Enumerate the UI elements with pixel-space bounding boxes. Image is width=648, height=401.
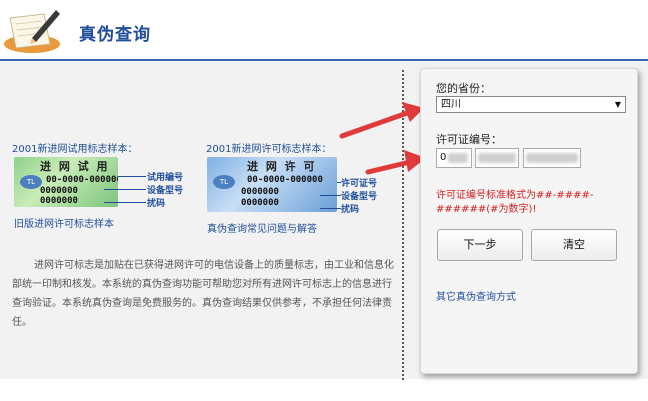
province-selected-value: 四川 <box>441 99 461 110</box>
trial-annotation-number: 试用编号 <box>147 173 184 183</box>
trial-card-code: 00-0000-000000 <box>46 175 118 185</box>
trial-card-line3: 0000000 <box>40 196 78 206</box>
tl-logo-icon: TL <box>213 175 235 189</box>
redacted-value <box>478 153 516 163</box>
trial-card-heading: 进 网 试 用 <box>40 160 110 173</box>
province-label: 您的省份： <box>436 82 491 95</box>
trial-annotation-scramble: 扰码 <box>147 199 166 209</box>
license-card-heading: 进 网 许 可 <box>247 160 317 173</box>
redacted-value <box>526 153 578 163</box>
description-text: 进网许可标志是加贴在已获得进网许可的电信设备上的质量标志，由工业和信息化部统一印… <box>12 260 394 328</box>
license-annotation-scramble: 扰码 <box>341 205 360 215</box>
license-card-line2: 0000000 <box>241 187 279 197</box>
old-sample-link[interactable]: 旧版进网许可标志样本 <box>14 215 114 230</box>
tl-logo-icon: TL <box>20 175 42 189</box>
license-input-prefix: 0 <box>440 152 447 163</box>
license-annotation-model: 设备型号 <box>341 192 378 202</box>
trial-sample-title: 2001新进网试用标志样本： <box>12 144 138 155</box>
red-arrow-icon <box>339 102 426 175</box>
province-select[interactable]: 四川 ▼ <box>436 96 626 113</box>
other-query-methods-link[interactable]: 其它真伪查询方式 <box>436 288 516 303</box>
license-sample-title: 2001新进网许可标志样本： <box>206 144 332 155</box>
faq-link[interactable]: 真伪查询常见问题与解答 <box>207 220 317 235</box>
license-sample-label-image: 进 网 许 可 TL 00-0000-000000 0000000 000000… <box>207 157 337 212</box>
redacted-value <box>448 153 468 163</box>
footer-blank <box>0 379 648 401</box>
trial-sample-label-image: 进 网 试 用 TL 00-0000-000000 0000000 000000… <box>14 157 118 207</box>
license-card-line3: 0000000 <box>241 198 279 208</box>
query-form-panel <box>420 68 638 374</box>
format-hint: 许可证编号标准格式为##-####-######(#为数字)! <box>436 190 594 215</box>
trial-annotation-model: 设备型号 <box>147 186 184 196</box>
next-step-button[interactable]: 下一步 <box>437 229 523 261</box>
dropdown-arrow-icon: ▼ <box>614 100 621 109</box>
clear-button[interactable]: 清空 <box>531 229 617 261</box>
license-card-code: 00-0000-000000 <box>247 175 323 185</box>
license-number-label: 许可证编号： <box>436 133 502 146</box>
trial-card-line2: 0000000 <box>40 186 78 196</box>
page-title: 真伪查询 <box>79 25 151 45</box>
page-header: 真伪查询 <box>0 0 648 62</box>
notepad-pencil-icon <box>4 10 60 53</box>
